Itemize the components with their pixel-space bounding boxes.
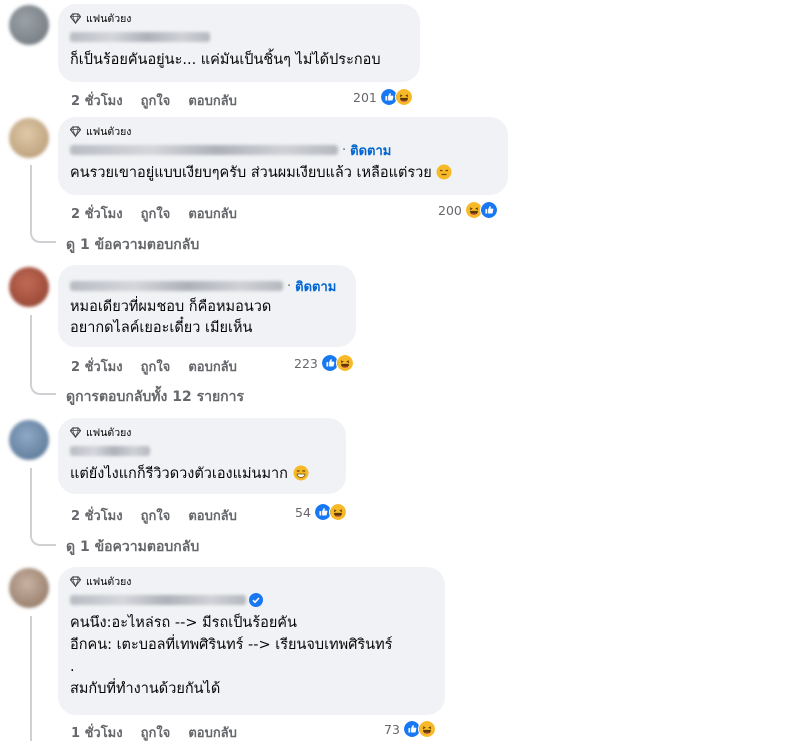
avatar[interactable] (9, 267, 49, 307)
top-fan-badge: แฟนตัวยง (70, 124, 496, 138)
comment-text-line: คนรวยเขาอยู่แบบเงียบๆครับ ส่วนผมเงียบแล้… (70, 165, 432, 181)
comment-actions: 2 ชั่วโมง ถูกใจ ตอบกลับ (71, 203, 255, 224)
haha-reaction-icon (417, 720, 436, 738)
commenter-name[interactable] (70, 145, 338, 155)
reaction-count: 201 (353, 89, 377, 105)
separator-dot: · (287, 278, 292, 294)
badge-label: แฟนตัวยง (86, 426, 132, 439)
view-replies-link[interactable]: ดู 1 ข้อความตอบกลับ (66, 234, 199, 256)
like-reaction-icon (479, 201, 498, 219)
avatar[interactable] (9, 420, 49, 460)
like-button[interactable]: ถูกใจ (141, 722, 171, 743)
reaction-count: 200 (438, 202, 462, 218)
reactions[interactable]: 54 (295, 503, 347, 521)
haha-reaction-icon (335, 354, 354, 372)
avatar[interactable] (9, 5, 49, 45)
reactions[interactable]: 223 (294, 354, 354, 372)
separator-dot: · (342, 142, 347, 158)
comment-text-line: อีกคน: เตะบอลที่เทพศิรินทร์ --> เรียนจบเ… (70, 637, 393, 653)
view-replies-link[interactable]: ดู 1 ข้อความตอบกลับ (66, 536, 199, 558)
reaction-count: 223 (294, 355, 318, 371)
timestamp[interactable]: 1 ชั่วโมง (71, 722, 123, 743)
comment-bubble: แฟนตัวยง คนนึง:อะไหล่รถ --> มีรถเป็นร้อย… (58, 567, 445, 715)
comment-text-line: คนนึง:อะไหล่รถ --> มีรถเป็นร้อยคัน (70, 615, 297, 631)
comment-text: หมอเดียวที่ผมชอบ ก็คือหมอนวด อยากดไลค์เย… (70, 297, 344, 339)
thread-line (30, 165, 32, 225)
reactions[interactable]: 201 (353, 88, 413, 106)
comment-actions: 2 ชั่วโมง ถูกใจ ตอบกลับ (71, 90, 255, 111)
grin-emoji-icon (293, 465, 309, 481)
comment-text-line: สมกับที่ทำงานด้วยกันได้ (70, 681, 221, 697)
badge-label: แฟนตัวยง (86, 125, 132, 138)
diamond-icon (70, 426, 81, 438)
comment-actions: 2 ชั่วโมง ถูกใจ ตอบกลับ (71, 356, 255, 377)
commenter-name[interactable] (70, 446, 150, 456)
thread-connector (30, 528, 56, 546)
badge-label: แฟนตัวยง (86, 12, 132, 25)
commenter-name[interactable] (70, 595, 246, 605)
verified-badge-icon (249, 593, 263, 607)
reply-button[interactable]: ตอบกลับ (188, 356, 237, 377)
commenter-name[interactable] (70, 32, 210, 42)
comment-text-line: หมอเดียวที่ผมชอบ ก็คือหมอนวด (70, 299, 272, 315)
timestamp[interactable]: 2 ชั่วโมง (71, 356, 123, 377)
reply-button[interactable]: ตอบกลับ (188, 90, 237, 111)
reply-button[interactable]: ตอบกลับ (188, 722, 237, 743)
view-replies-link[interactable]: ดูการตอบกลับทั้ง 12 รายการ (66, 386, 244, 408)
thread-line (30, 616, 32, 741)
reactions[interactable]: 200 (438, 201, 498, 219)
reply-button[interactable]: ตอบกลับ (188, 203, 237, 224)
like-button[interactable]: ถูกใจ (141, 203, 171, 224)
comment-bubble: แฟนตัวยง · ติดตาม คนรวยเขาอยู่แบบเงียบๆค… (58, 117, 508, 195)
avatar[interactable] (9, 568, 49, 608)
timestamp[interactable]: 2 ชั่วโมง (71, 505, 123, 526)
diamond-icon (70, 125, 81, 137)
comment-bubble: แฟนตัวยง ก็เป็นร้อยคันอยู่นะ... แค่มันเป… (58, 4, 420, 82)
badge-label: แฟนตัวยง (86, 575, 132, 588)
top-fan-badge: แฟนตัวยง (70, 11, 408, 25)
comment-text-line: แต่ยังไงแกก็รีวิวดวงตัวเองแม่นมาก (70, 466, 288, 482)
expressionless-emoji-icon (436, 164, 452, 180)
comment-text: ก็เป็นร้อยคันอยู่นะ... แค่มันเป็นชิ้นๆ ไ… (70, 52, 381, 68)
follow-link[interactable]: ติดตาม (295, 276, 336, 297)
follow-link[interactable]: ติดตาม (350, 140, 391, 161)
like-button[interactable]: ถูกใจ (141, 90, 171, 111)
comment-text-line: อยากดไลค์เยอะเดี๋ยว เมียเห็น (70, 320, 253, 336)
timestamp[interactable]: 2 ชั่วโมง (71, 203, 123, 224)
thread-line (30, 315, 32, 377)
thread-connector (30, 225, 56, 243)
like-button[interactable]: ถูกใจ (141, 505, 171, 526)
comment-actions: 2 ชั่วโมง ถูกใจ ตอบกลับ (71, 505, 255, 526)
thread-connector (30, 377, 56, 395)
haha-reaction-icon (328, 503, 347, 521)
avatar[interactable] (9, 118, 49, 158)
like-button[interactable]: ถูกใจ (141, 356, 171, 377)
top-fan-badge: แฟนตัวยง (70, 425, 334, 439)
reactions[interactable]: 73 (384, 720, 436, 738)
haha-reaction-icon (394, 88, 413, 106)
comment-text: คนรวยเขาอยู่แบบเงียบๆครับ ส่วนผมเงียบแล้… (70, 163, 496, 184)
commenter-name[interactable] (70, 281, 283, 291)
comment-bubble: · ติดตาม หมอเดียวที่ผมชอบ ก็คือหมอนวด อย… (58, 265, 356, 347)
comment-text-line: . (70, 659, 75, 675)
diamond-icon (70, 575, 81, 587)
reply-button[interactable]: ตอบกลับ (188, 505, 237, 526)
thread-line (30, 468, 32, 528)
top-fan-badge: แฟนตัวยง (70, 574, 433, 588)
reaction-count: 54 (295, 504, 311, 520)
comment-actions: 1 ชั่วโมง ถูกใจ ตอบกลับ (71, 722, 255, 743)
timestamp[interactable]: 2 ชั่วโมง (71, 90, 123, 111)
comment-text: แต่ยังไงแกก็รีวิวดวงตัวเองแม่นมาก (70, 464, 334, 485)
reaction-count: 73 (384, 721, 400, 737)
diamond-icon (70, 12, 81, 24)
comment-text: คนนึง:อะไหล่รถ --> มีรถเป็นร้อยคัน อีกคน… (70, 612, 433, 700)
comment-bubble: แฟนตัวยง แต่ยังไงแกก็รีวิวดวงตัวเองแม่นม… (58, 418, 346, 494)
